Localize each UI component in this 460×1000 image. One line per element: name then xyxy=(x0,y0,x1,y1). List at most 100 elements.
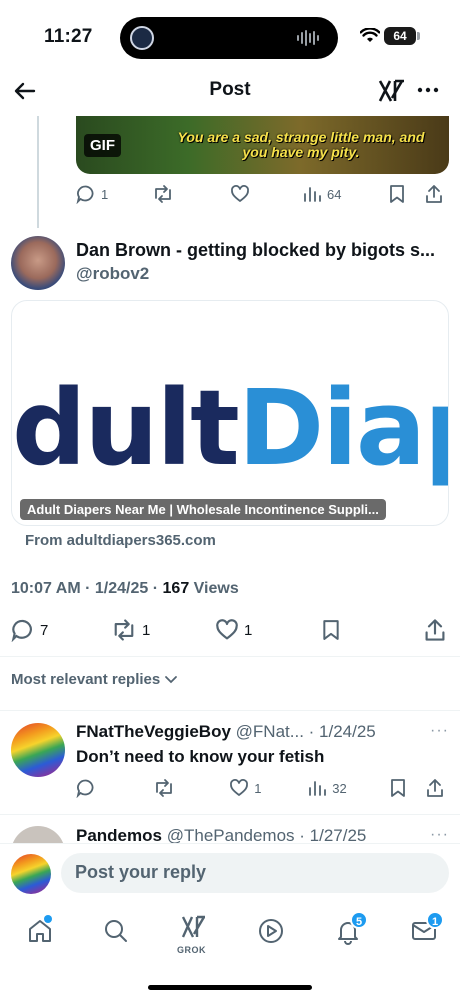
play-icon xyxy=(259,919,283,943)
like-count: 1 xyxy=(244,621,253,639)
like-action[interactable]: 1 xyxy=(229,778,307,798)
repost-action[interactable]: 1 xyxy=(111,618,215,642)
bookmark-icon xyxy=(391,779,406,797)
wifi-icon xyxy=(360,28,380,42)
search-icon xyxy=(105,920,127,942)
reply-action[interactable] xyxy=(76,778,153,798)
chevron-down-icon xyxy=(165,675,178,683)
post-date: 1/24/25 xyxy=(94,580,149,597)
reply2-author-name: Pandemos xyxy=(76,826,162,844)
reply-text: Don’t need to know your fetish xyxy=(76,747,325,766)
like-action[interactable]: 1 xyxy=(215,618,321,642)
bookmark-action[interactable] xyxy=(388,184,424,204)
bookmark-icon xyxy=(390,185,404,203)
author-avatar[interactable] xyxy=(11,236,65,290)
share-action[interactable] xyxy=(425,778,448,798)
tab-grok[interactable] xyxy=(180,913,208,941)
tab-home[interactable] xyxy=(26,915,54,945)
home-indicator xyxy=(148,985,312,990)
replies-sort-dropdown[interactable]: Most relevant replies xyxy=(11,671,178,688)
main-post-actions: 7 1 1 xyxy=(11,618,449,642)
views-icon xyxy=(309,781,327,796)
bookmark-action[interactable] xyxy=(321,618,423,642)
views-action[interactable]: 32 xyxy=(307,778,389,798)
link-card-image: dultDiap xyxy=(12,367,448,489)
like-count: 1 xyxy=(254,780,262,796)
reply-author-line[interactable]: FNatTheVeggieBoy @FNat... · 1/24/25 xyxy=(76,722,376,742)
gif-caption: You are a sad, strange little man, and y… xyxy=(177,129,425,160)
reply2-handle-date: @ThePandemos · 1/27/25 xyxy=(166,826,367,844)
reply-icon xyxy=(76,185,94,204)
parent-tweet-actions: 1 64 xyxy=(76,184,448,204)
share-action[interactable] xyxy=(424,184,448,204)
bookmark-action[interactable] xyxy=(389,778,414,798)
reply-action[interactable]: 1 xyxy=(76,184,152,204)
tab-messages[interactable]: 1 xyxy=(410,911,444,945)
reply-author-name: FNatTheVeggieBoy xyxy=(76,722,231,741)
gif-badge: GIF xyxy=(84,134,121,157)
reply-icon xyxy=(76,779,94,798)
repost-action[interactable] xyxy=(152,184,230,204)
divider xyxy=(0,656,460,657)
reply-count: 1 xyxy=(101,186,109,202)
tab-video[interactable] xyxy=(257,917,285,945)
share-icon xyxy=(426,779,443,797)
reply-handle-date: @FNat... · 1/24/25 xyxy=(235,722,376,741)
post-header: Post xyxy=(0,66,460,116)
reply-input[interactable]: Post your reply xyxy=(61,853,449,893)
post-views-label: Views xyxy=(193,580,239,597)
gif-media[interactable]: GIF You are a sad, strange little man, a… xyxy=(76,116,449,174)
reply2-author-line[interactable]: Pandemos @ThePandemos · 1/27/25 xyxy=(76,826,366,844)
views-action[interactable]: 64 xyxy=(302,184,388,204)
post-views-count: 167 xyxy=(162,580,190,597)
divider xyxy=(0,710,460,711)
dynamic-island xyxy=(120,17,338,59)
current-user-avatar[interactable] xyxy=(11,854,51,894)
post-metadata: 10:07 AM · 1/24/25 · 167 Views xyxy=(11,580,239,597)
share-icon xyxy=(425,619,445,641)
heart-icon xyxy=(216,619,238,640)
repost-icon xyxy=(114,619,134,641)
repost-icon xyxy=(156,779,172,797)
battery-indicator: 64 xyxy=(384,27,416,45)
reply-icon xyxy=(11,619,32,642)
messages-badge: 1 xyxy=(426,911,444,929)
repost-icon xyxy=(155,185,171,203)
status-bar: 11:27 64 xyxy=(0,0,460,76)
share-icon xyxy=(426,185,442,203)
bookmark-icon xyxy=(323,620,339,640)
link-preview-card[interactable]: dultDiap Adult Diapers Near Me | Wholesa… xyxy=(11,300,449,526)
more-options-icon[interactable] xyxy=(416,80,440,100)
compose-reply-bar: Post your reply xyxy=(0,843,460,901)
tab-search[interactable] xyxy=(102,917,130,945)
heart-icon xyxy=(231,185,249,202)
repost-count: 1 xyxy=(142,621,151,639)
author-display-name[interactable]: Dan Brown - getting blocked by bigots s.… xyxy=(76,240,452,261)
share-action[interactable] xyxy=(423,618,447,642)
heart-icon xyxy=(230,779,249,796)
link-domain[interactable]: From adultdiapers365.com xyxy=(25,532,216,549)
battery-tip xyxy=(417,32,420,40)
grok-tab-label: GROK xyxy=(177,945,206,955)
status-time: 11:27 xyxy=(44,26,93,47)
thread-connector-line xyxy=(37,116,39,228)
like-action[interactable] xyxy=(230,184,302,204)
grok-icon xyxy=(181,915,206,938)
grok-icon[interactable] xyxy=(378,78,406,104)
repost-action[interactable] xyxy=(153,778,229,798)
reply2-more-button[interactable]: ··· xyxy=(430,826,449,844)
views-icon xyxy=(304,187,321,202)
reply-author-avatar[interactable] xyxy=(11,723,65,777)
post-time: 10:07 AM xyxy=(11,580,81,597)
island-avatar xyxy=(130,26,154,50)
replies-sort-label: Most relevant replies xyxy=(11,671,161,688)
author-handle[interactable]: @robov2 xyxy=(76,264,149,284)
reply-action[interactable]: 7 xyxy=(11,618,111,642)
link-card-title: Adult Diapers Near Me | Wholesale Incont… xyxy=(20,499,386,520)
views-count: 64 xyxy=(327,186,342,202)
notifications-badge: 5 xyxy=(350,911,368,929)
reply-actions: 1 32 xyxy=(76,778,448,798)
reply-more-button[interactable]: ··· xyxy=(430,722,449,740)
views-count: 32 xyxy=(332,780,347,796)
tab-notifications[interactable]: 5 xyxy=(334,911,368,945)
